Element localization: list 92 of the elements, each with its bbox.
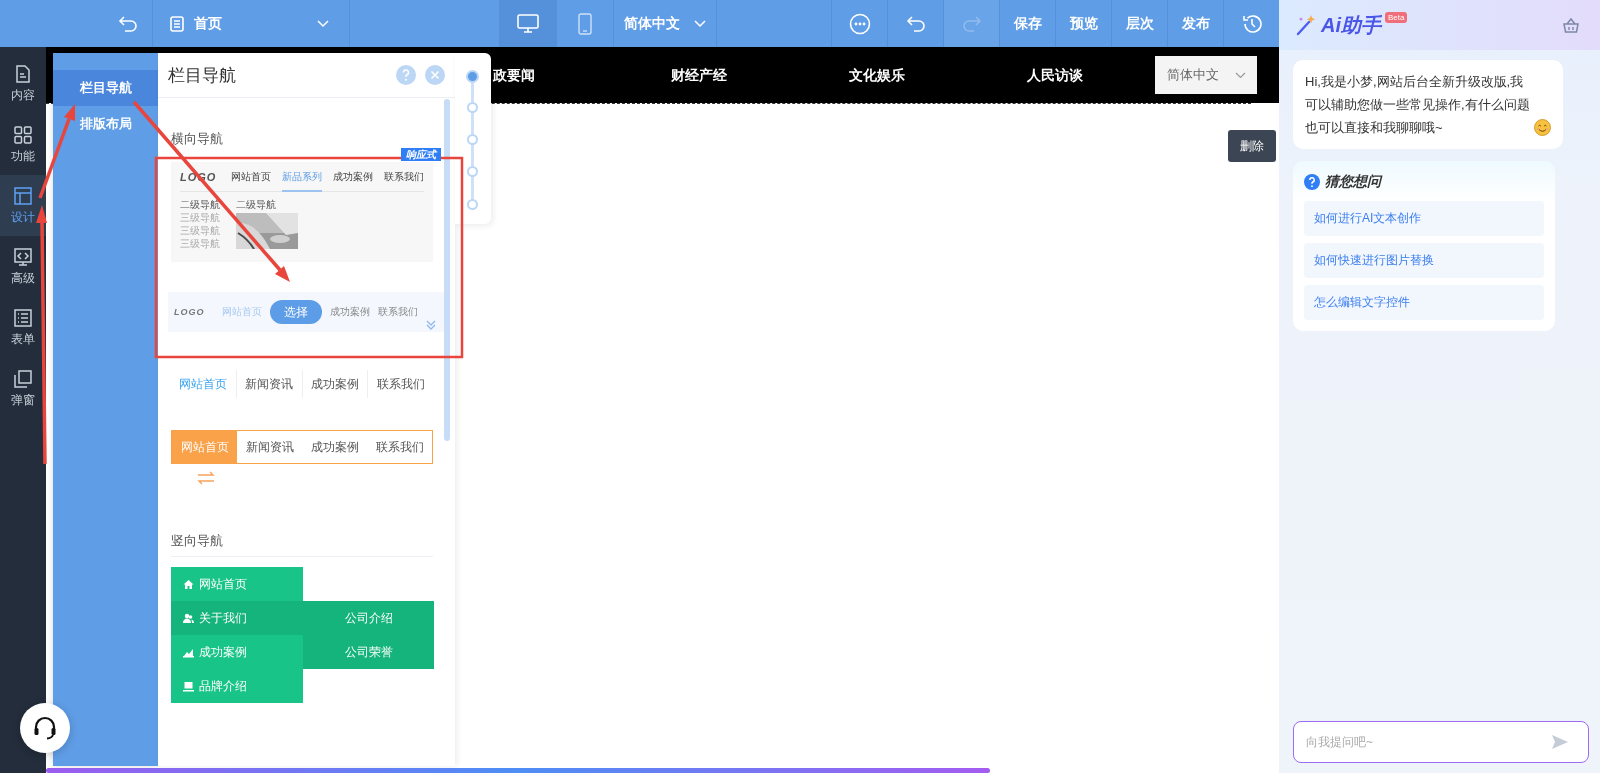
- sidebar-item[interactable]: 表单: [0, 297, 46, 358]
- back-icon: [118, 14, 138, 33]
- sidebar-item[interactable]: 内容: [0, 53, 46, 114]
- close-icon[interactable]: [425, 65, 445, 85]
- monitor-icon: [183, 680, 194, 692]
- send-icon[interactable]: [1551, 734, 1569, 750]
- step-dot[interactable]: [467, 199, 478, 210]
- submenu-item: 三级导航: [180, 211, 220, 224]
- site-nav-link[interactable]: 财经产经: [671, 66, 727, 83]
- vertical-nav-item[interactable]: 成功案例: [171, 635, 303, 669]
- page-icon: [168, 14, 186, 33]
- submenu-item: 三级导航: [180, 237, 220, 250]
- suggested-question[interactable]: 如何快速进行图片替换: [1304, 243, 1544, 278]
- redo-icon: [961, 15, 982, 32]
- sidebar-item[interactable]: 设计: [0, 175, 46, 236]
- layout-icon: [13, 185, 33, 206]
- submenu-title: 二级导航: [180, 198, 220, 211]
- home-icon: [183, 578, 194, 590]
- preview-nav-link: 新闻资讯: [244, 439, 295, 456]
- responsive-badge: 响应式: [401, 148, 441, 161]
- vertical-nav-item[interactable]: 品牌介绍: [171, 669, 303, 703]
- history-icon: [1240, 12, 1263, 35]
- subnav-item[interactable]: 栏目导航: [53, 70, 158, 106]
- help-icon: [1304, 174, 1320, 190]
- magic-wand-icon: [1295, 14, 1317, 36]
- tooltip: 删除: [1228, 130, 1276, 162]
- sidebar-item[interactable]: 高级: [0, 236, 46, 297]
- document-icon: [13, 63, 33, 84]
- back-button[interactable]: [118, 14, 138, 33]
- site-nav-link[interactable]: 人民访谈: [1027, 66, 1083, 83]
- submenu-item: 三级导航: [180, 224, 220, 237]
- phone-icon: [578, 12, 592, 35]
- chevron-down-icon: [694, 19, 706, 28]
- panel-title: 栏目导航: [168, 64, 237, 87]
- subnav-item[interactable]: 排版布局: [53, 106, 158, 142]
- section-title: 竖向导航: [171, 532, 433, 557]
- preview-nav-link: 网站首页: [231, 169, 271, 184]
- vertical-nav-item[interactable]: 网站首页: [171, 567, 303, 601]
- nav-template-preview[interactable]: 网站首页 新闻资讯 成功案例 联系我们: [171, 370, 433, 398]
- suggested-question[interactable]: 如何进行AI文本创作: [1304, 201, 1544, 236]
- suggestion-title: 猜您想问: [1325, 173, 1381, 191]
- chat-input[interactable]: 向我提问吧~: [1293, 721, 1589, 763]
- scrollbar[interactable]: [46, 768, 990, 773]
- preview-nav-link: 新闻资讯: [235, 370, 302, 398]
- desktop-view-button[interactable]: [500, 0, 557, 47]
- site-nav-link[interactable]: 文化娱乐: [849, 66, 905, 83]
- choose-button[interactable]: 选择: [270, 300, 322, 324]
- undo-icon: [905, 15, 926, 32]
- chevron-down-icon: [317, 19, 329, 28]
- more-icon: [848, 12, 871, 35]
- users-icon: [183, 612, 194, 624]
- list-icon: [13, 307, 33, 328]
- sidebar-item[interactable]: 弹窗: [0, 358, 46, 419]
- chevron-down-icon: [1234, 71, 1246, 79]
- nav-template-preview[interactable]: 网站首页 新闻资讯 成功案例 联系我们: [171, 430, 433, 464]
- language-select[interactable]: 简体中文: [1155, 56, 1257, 94]
- preview-nav-link: 网站首页: [178, 376, 229, 393]
- code-icon: [13, 246, 33, 267]
- preview-nav-link: 联系我们: [374, 439, 425, 456]
- preview-nav-link: 成功案例: [301, 370, 368, 398]
- step-dot[interactable]: [467, 134, 478, 145]
- preview-nav-link: 成功案例: [333, 169, 373, 184]
- expand-icon[interactable]: [426, 320, 436, 330]
- step-dot[interactable]: [467, 166, 478, 177]
- grid-icon: [13, 124, 33, 145]
- assistant-title: Ai助手: [1321, 12, 1381, 38]
- submenu-item[interactable]: 公司荣誉: [303, 635, 434, 669]
- submenu-item[interactable]: 公司介绍: [303, 601, 434, 635]
- preview-nav-link: 联系我们: [367, 370, 433, 398]
- window-icon: [13, 368, 33, 389]
- submenu-title: 二级导航: [236, 198, 277, 211]
- swap-icon[interactable]: [197, 470, 215, 486]
- site-nav-link[interactable]: 政要闻: [493, 66, 535, 83]
- step-dot[interactable]: [467, 102, 478, 113]
- step-dot[interactable]: [466, 70, 479, 83]
- chat-message: Hi,我是小梦,网站后台全新升级改版,我可以辅助您做一些常见操作,有什么问题也可以直接和我聊聊哦~: [1305, 73, 1531, 137]
- sidebar-item[interactable]: 功能: [0, 114, 46, 175]
- section-title: 横向导航: [171, 130, 224, 148]
- logo-text: LOGO: [174, 307, 206, 317]
- preview-nav-link: 成功案例: [309, 439, 360, 456]
- basket-icon[interactable]: [1562, 16, 1580, 34]
- scrollbar[interactable]: [444, 99, 450, 441]
- headset-icon: [32, 715, 58, 741]
- monitor-icon: [517, 13, 539, 34]
- suggested-question[interactable]: 怎么编辑文字控件: [1304, 285, 1544, 320]
- help-icon[interactable]: [396, 65, 416, 85]
- preview-nav-link: 网站首页: [172, 431, 237, 463]
- beta-badge: Beta: [1385, 12, 1408, 23]
- preview-nav-link: 新品系列: [282, 161, 322, 192]
- smiley-icon: [1534, 119, 1551, 136]
- preview-nav-link: 联系我们: [384, 169, 424, 184]
- vertical-nav-item[interactable]: 关于我们: [171, 601, 303, 635]
